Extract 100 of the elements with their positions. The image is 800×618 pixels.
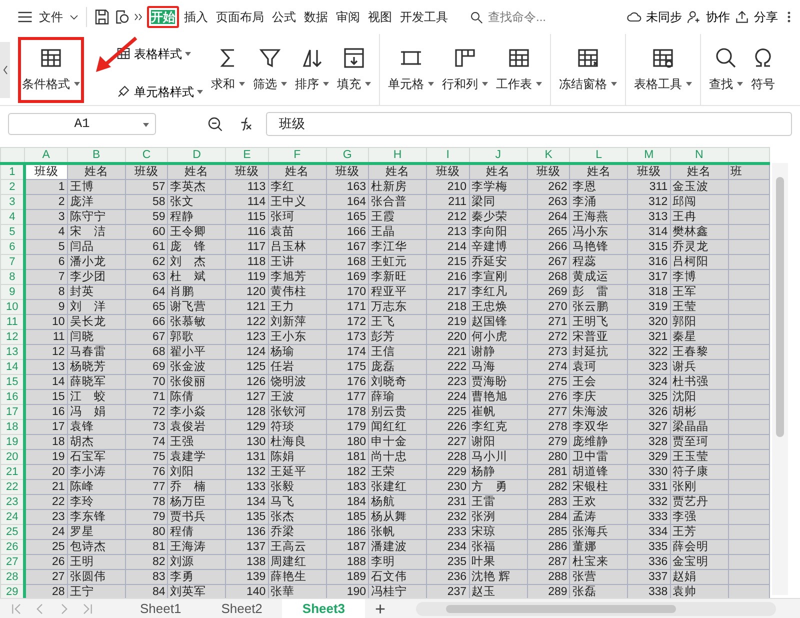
row-header[interactable]: 11	[0, 314, 25, 330]
row-header[interactable]: 10	[0, 300, 25, 314]
row-header[interactable]: 9	[0, 284, 25, 300]
add-sheet-button[interactable]: +	[369, 598, 392, 618]
table-cell: 268	[527, 270, 570, 284]
row-header[interactable]: 14	[0, 360, 25, 374]
column-header[interactable]: G	[326, 148, 369, 164]
row-header[interactable]: 20	[0, 450, 25, 464]
table-cell: 朱海波	[570, 404, 628, 420]
column-header[interactable]: J	[469, 148, 528, 164]
row-header[interactable]: 16	[0, 390, 25, 404]
table-cell: 331	[628, 480, 670, 494]
ribbon-button[interactable]: 查找	[705, 36, 747, 102]
row-header[interactable]: 4	[0, 210, 25, 224]
row-header[interactable]: 24	[0, 510, 25, 524]
sheet-tab[interactable]: Sheet1	[120, 598, 202, 618]
row-header[interactable]: 2	[0, 180, 25, 194]
table-cell: 74	[125, 434, 168, 450]
table-cell: 227	[426, 434, 469, 450]
column-header[interactable]: I	[426, 148, 469, 164]
column-header[interactable]: K	[527, 148, 570, 164]
row-header[interactable]: 13	[0, 344, 25, 360]
row-header[interactable]: 28	[0, 570, 25, 584]
ribbon-button[interactable]: 填充	[333, 36, 375, 102]
table-cell: 139	[226, 570, 268, 584]
ribbon-button[interactable]: 表格样式	[112, 42, 207, 64]
formula-field[interactable]: 班级	[266, 112, 792, 136]
table-cell: 冯小东	[570, 224, 628, 240]
table-cell: 王虹元	[368, 254, 427, 270]
row-header[interactable]: 18	[0, 420, 25, 434]
ribbon-tab[interactable]: 公式	[269, 6, 299, 28]
row-header[interactable]: 25	[0, 524, 25, 540]
row-header[interactable]: 17	[0, 404, 25, 420]
ribbon-button[interactable]: 表格工具	[630, 36, 696, 102]
table-cell: 229	[426, 464, 469, 480]
column-header[interactable]: E	[226, 148, 268, 164]
sheet-tab[interactable]: Sheet3	[282, 598, 366, 618]
column-header[interactable]: N	[670, 148, 728, 164]
ribbon-tab[interactable]: 开发工具	[397, 6, 451, 28]
ribbon-button[interactable]: 筛选	[249, 36, 291, 102]
table-cell: 李小涛	[67, 464, 126, 480]
ribbon-button[interactable]: 工作表	[492, 36, 546, 102]
table-cell: 符琰	[268, 420, 326, 434]
row-header[interactable]: 23	[0, 494, 25, 510]
table-cell: 胡彬	[670, 404, 728, 420]
table-cell: 265	[527, 224, 570, 240]
table-cell: 王延平	[268, 464, 326, 480]
row-header[interactable]: 22	[0, 480, 25, 494]
row-header[interactable]: 6	[0, 240, 25, 254]
ribbon-tab[interactable]: 数据	[301, 6, 331, 28]
ribbon-button[interactable]: 条件格式	[18, 36, 84, 102]
ribbon-button[interactable]: 排序	[291, 36, 333, 102]
toolbar-button[interactable]: 分享	[734, 8, 778, 26]
row-header[interactable]: 19	[0, 434, 25, 450]
row-header[interactable]: 3	[0, 194, 25, 210]
row-header[interactable]: 5	[0, 224, 25, 240]
table-cell: 311	[628, 180, 670, 194]
ribbon-button[interactable]: 行和列	[438, 36, 492, 102]
row-header[interactable]: 27	[0, 554, 25, 570]
toolbar-button[interactable]: 协作	[686, 8, 730, 26]
column-header[interactable]: F	[268, 148, 326, 164]
file-menu[interactable]: 文件	[36, 6, 66, 28]
row-header[interactable]: 21	[0, 464, 25, 480]
column-header[interactable]: D	[168, 148, 226, 164]
ribbon-button[interactable]: 单元格样式	[112, 80, 207, 102]
column-header[interactable]: H	[368, 148, 427, 164]
table-cell: 275	[527, 374, 570, 390]
row-header[interactable]: 26	[0, 540, 25, 554]
column-header[interactable]: A	[24, 148, 68, 164]
table-cell: 169	[326, 270, 369, 284]
search-field[interactable]: 查找命令...	[488, 8, 558, 26]
row-header[interactable]: 15	[0, 374, 25, 390]
ribbon-tab[interactable]: 审阅	[333, 6, 363, 28]
column-header[interactable]: L	[570, 148, 628, 164]
ribbon-tab[interactable]: 视图	[365, 6, 395, 28]
table-cell: 袁珂	[570, 360, 628, 374]
table-cell: 谢静	[469, 344, 528, 360]
table-cell: 113	[226, 180, 268, 194]
table-cell: 马艳锋	[570, 240, 628, 254]
table-cell: 沈阳	[670, 390, 728, 404]
table-cell: 337	[628, 570, 670, 584]
row-header[interactable]: 8	[0, 270, 25, 284]
table-cell: 李玲	[67, 494, 126, 510]
toolbar-button[interactable]: 未同步	[626, 8, 682, 26]
column-header[interactable]: B	[67, 148, 126, 164]
name-box[interactable]: A1	[8, 113, 156, 135]
column-header[interactable]: M	[628, 148, 670, 164]
ribbon-button[interactable]: 冻结窗格	[555, 36, 621, 102]
row-header[interactable]: 7	[0, 254, 25, 270]
table-cell: 175	[326, 360, 369, 374]
ribbon-tab[interactable]: 页面布局	[213, 6, 267, 28]
sheet-tab[interactable]: Sheet2	[201, 598, 282, 618]
ribbon-button[interactable]: 单元格	[384, 36, 438, 102]
table-cell: 辛建博	[469, 240, 528, 254]
column-header[interactable]: C	[125, 148, 168, 164]
ribbon-button[interactable]: 求和	[207, 36, 249, 102]
ribbon-tab[interactable]: 插入	[181, 6, 211, 28]
ribbon-button[interactable]: 符号	[747, 36, 778, 102]
row-header[interactable]: 12	[0, 330, 25, 344]
ribbon-tab[interactable]: 开始	[147, 6, 179, 28]
